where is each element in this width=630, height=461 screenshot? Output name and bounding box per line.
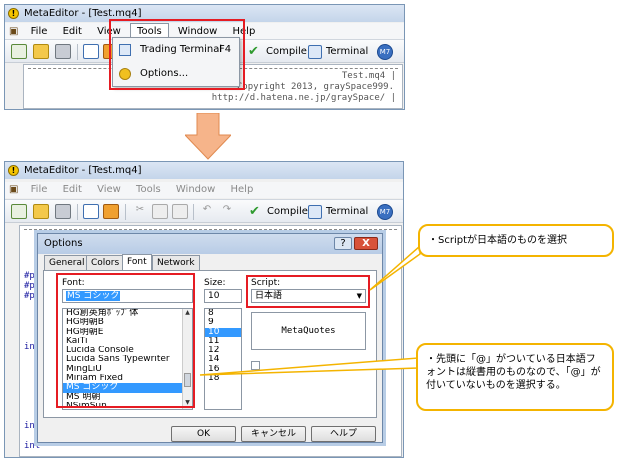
tab-font[interactable]: Font bbox=[122, 254, 152, 270]
font-callout-text: ・先頭に「@」がついている日本語フォントは縦書用のものなので、「@」が付いていな… bbox=[426, 354, 601, 391]
script-callout-text: ・Scriptが日本語のものを選択 bbox=[428, 235, 568, 246]
script-callout: ・Scriptが日本語のものを選択 bbox=[418, 224, 614, 257]
font-callout: ・先頭に「@」がついている日本語フォントは縦書用のものなので、「@」が付いていな… bbox=[416, 343, 614, 411]
